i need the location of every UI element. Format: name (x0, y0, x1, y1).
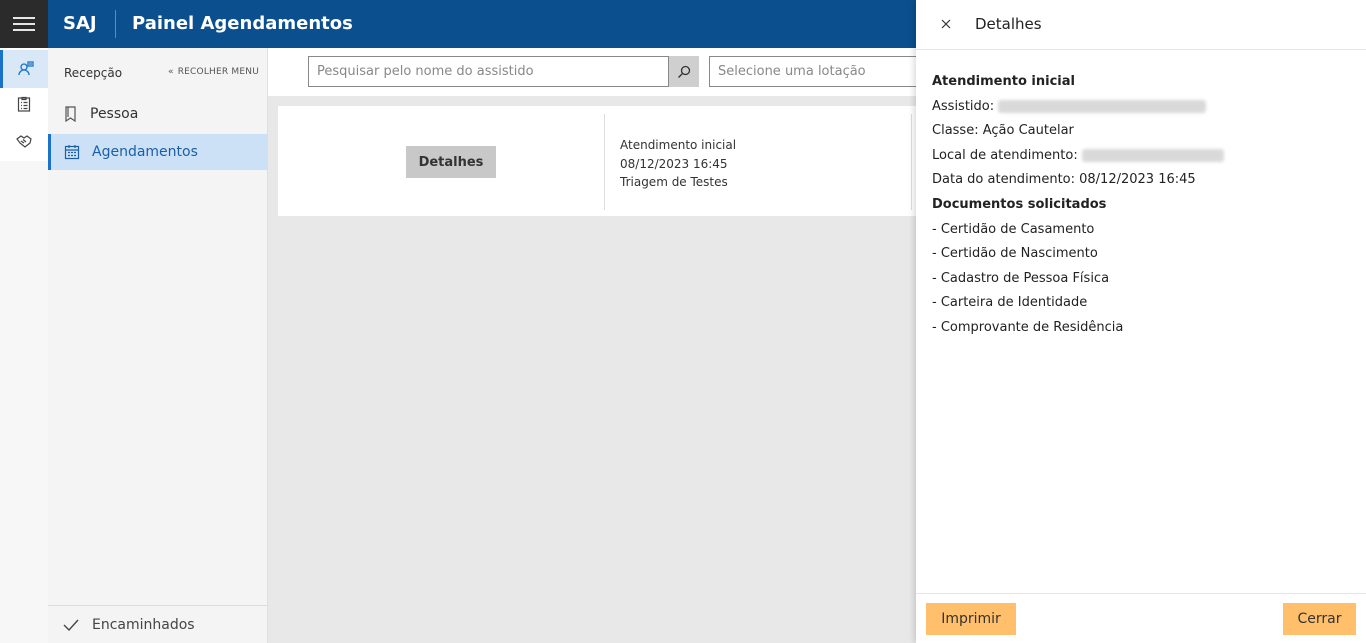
page-title: Painel Agendamentos (132, 13, 353, 34)
card-divider (911, 114, 912, 210)
document-item: - Comprovante de Residência (932, 319, 1124, 335)
sidebar-item-label: Agendamentos (92, 144, 198, 160)
lotacao-select[interactable]: Selecione uma lotação (709, 56, 916, 87)
assistido-label: Assistido: (932, 98, 995, 114)
classe-row: Classe: Ação Cautelar (932, 123, 1074, 139)
panel-footer: Imprimir Cerrar (916, 593, 1366, 643)
appointment-info: Atendimento inicial 08/12/2023 16:45 Tri… (620, 136, 736, 192)
panel-header: Detalhes (916, 0, 1366, 50)
collapse-menu-label: RECOLHER MENU (177, 67, 259, 77)
appointment-type: Atendimento inicial (620, 138, 737, 152)
appointment-datetime: 08/12/2023 16:45 (620, 156, 728, 171)
hamburger-menu-icon[interactable] (0, 0, 48, 48)
icon-rail (0, 48, 48, 643)
card-divider (604, 114, 605, 210)
brand-logo: SAJ (63, 13, 97, 34)
print-button[interactable]: Imprimir (926, 603, 1016, 635)
search-icon (678, 65, 691, 78)
sidebar-footer-label: Encaminhados (92, 616, 195, 633)
panel-body: Atendimento inicial Assistido: Classe: A… (932, 70, 1352, 341)
sidebar: Recepção « RECOLHER MENU Pessoa Agendame… (48, 48, 268, 643)
collapse-menu-button[interactable]: « RECOLHER MENU (168, 67, 259, 77)
sidebar-item-agendamentos[interactable]: Agendamentos (48, 134, 268, 170)
document-item: - Cadastro de Pessoa Física (932, 270, 1110, 286)
panel-title: Detalhes (975, 15, 1042, 33)
document-item: - Certidão de Casamento (932, 221, 1095, 237)
handshake-icon[interactable] (0, 122, 48, 160)
sidebar-item-encaminhados[interactable]: Encaminhados (48, 605, 268, 643)
filter-bar: Selecione uma lotação (268, 48, 916, 96)
sidebar-item-label: Pessoa (90, 106, 139, 122)
close-icon[interactable] (936, 14, 956, 34)
header-divider (115, 10, 116, 38)
reception-icon[interactable] (0, 50, 48, 88)
redacted-name (998, 99, 1207, 113)
clipboard-list-icon[interactable] (0, 85, 48, 123)
search-button[interactable] (669, 56, 699, 87)
calendar-icon (64, 145, 80, 160)
details-button[interactable]: Detalhes (406, 146, 496, 178)
close-button[interactable]: Cerrar (1283, 603, 1356, 635)
details-panel: Detalhes Atendimento inicial Assistido: … (916, 0, 1366, 643)
section-heading: Documentos solicitados (932, 196, 1107, 212)
checkmark-icon (63, 619, 79, 631)
local-label: Local de atendimento: (932, 147, 1078, 163)
local-row: Local de atendimento: (932, 144, 1352, 169)
document-item: - Carteira de Identidade (932, 295, 1088, 311)
bookmark-icon (65, 106, 76, 122)
document-item: - Certidão de Nascimento (932, 246, 1098, 262)
section-heading: Atendimento inicial (932, 74, 1075, 89)
double-chevron-left-icon: « (168, 67, 174, 77)
sidebar-heading: Recepção (64, 66, 123, 80)
redacted-address (1081, 148, 1224, 162)
data-row: Data do atendimento: 08/12/2023 16:45 (932, 172, 1196, 188)
search-input[interactable] (308, 56, 669, 87)
appointment-location: Triagem de Testes (620, 175, 728, 189)
assistido-row: Assistido: (932, 95, 1352, 120)
appointment-card: Detalhes Atendimento inicial 08/12/2023 … (278, 106, 916, 216)
sidebar-item-pessoa[interactable]: Pessoa (48, 96, 268, 132)
